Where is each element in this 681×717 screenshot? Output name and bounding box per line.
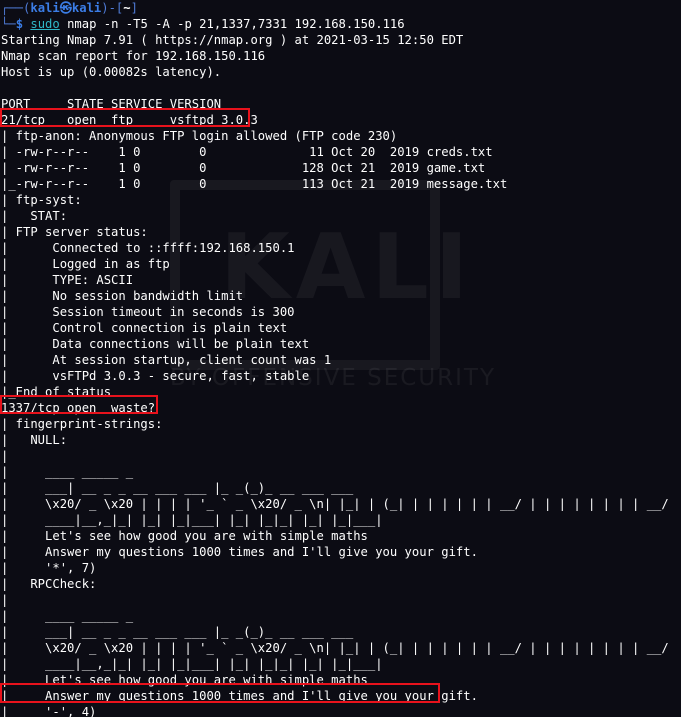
command-sudo: sudo (30, 17, 60, 31)
prompt-corner-top: ┌──( (1, 1, 31, 15)
output-line: | ___| __ _ _ __ ___ ___ |_ _(_)_ __ ___… (1, 481, 354, 495)
output-line: | No session bandwidth limit (1, 289, 244, 303)
prompt-dollar: $ (15, 17, 31, 31)
output-line: | RPCCheck: (1, 577, 97, 591)
output-line: | ____ _____ _ (1, 465, 134, 479)
highlight-port-21 (0, 108, 250, 127)
output-line: |_ '-', 4) (1, 705, 97, 717)
output-line: |_-rw-r--r-- 1 0 0 113 Oct 21 2019 messa… (1, 177, 508, 191)
output-line: | ftp-syst: (1, 193, 82, 207)
output-line: Host is up (0.00082s latency). (1, 65, 222, 79)
output-line: | (1, 449, 9, 463)
output-line: | TYPE: ASCII (1, 273, 134, 287)
prompt-corner-bottom: └─ (1, 17, 16, 31)
output-line: | fingerprint-strings: (1, 417, 163, 431)
output-line: | ____|__,_|_| |_| |_|___| |_| |_|_| |_|… (1, 513, 383, 527)
output-line: | Control connection is plain text (1, 321, 288, 335)
output-line: Nmap scan report for 192.168.150.116 (1, 49, 266, 63)
prompt-header-line: ┌──(kali㉿kali)-[~] (1, 0, 669, 16)
output-line: | NULL: (1, 433, 68, 447)
output-line: | Answer my questions 1000 times and I'l… (1, 545, 478, 559)
prompt-cwd: ~ (123, 1, 131, 15)
scan-output: Starting Nmap 7.91 ( https://nmap.org ) … (1, 32, 669, 717)
terminal-window[interactable]: KALI BY OFFENSIVE SECURITY ┌──(kali㉿kali… (0, 0, 681, 717)
highlight-port-7331 (0, 683, 440, 703)
output-line: | Data connections will be plain text (1, 337, 310, 351)
output-line: | Let's see how good you are with simple… (1, 529, 368, 543)
output-line: | Session timeout in seconds is 300 (1, 305, 295, 319)
output-line: | ___| __ _ _ __ ___ ___ |_ _(_)_ __ ___… (1, 625, 354, 639)
output-line: | (1, 593, 9, 607)
output-line: | vsFTPd 3.0.3 - secure, fast, stable (1, 369, 310, 383)
output-line: | Logged in as ftp (1, 257, 170, 271)
output-line: | -rw-r--r-- 1 0 0 11 Oct 20 2019 creds.… (1, 145, 493, 159)
output-line: | At session startup, client count was 1 (1, 353, 332, 367)
output-line: | -rw-r--r-- 1 0 0 128 Oct 21 2019 game.… (1, 161, 486, 175)
prompt-bracket: )-[ (101, 1, 124, 15)
prompt-command-line[interactable]: └─$ sudo nmap -n -T5 -A -p 21,1337,7331 … (1, 16, 669, 32)
prompt-user-host: kali㉿kali (30, 1, 102, 15)
output-line: | STAT: (1, 209, 68, 223)
output-line: | \x20/ _ \x20 | | | | '_ ` _ \x20/ _ \n… (1, 641, 669, 655)
command-text: nmap -n -T5 -A -p 21,1337,7331 192.168.1… (59, 17, 405, 31)
output-line: | ____|__,_|_| |_| |_|___| |_| |_|_| |_|… (1, 657, 383, 671)
output-line: | Connected to ::ffff:192.168.150.1 (1, 241, 295, 255)
output-line: Starting Nmap 7.91 ( https://nmap.org ) … (1, 33, 464, 47)
output-line: | ftp-anon: Anonymous FTP login allowed … (1, 129, 398, 143)
output-line: | \x20/ _ \x20 | | | | '_ ` _ \x20/ _ \n… (1, 497, 669, 511)
prompt-bracket-close: ] (130, 1, 138, 15)
output-line: | '*', 7) (1, 561, 97, 575)
highlight-port-1337 (0, 395, 158, 414)
output-line: | ____ _____ _ (1, 609, 134, 623)
output-line: | FTP server status: (1, 225, 148, 239)
